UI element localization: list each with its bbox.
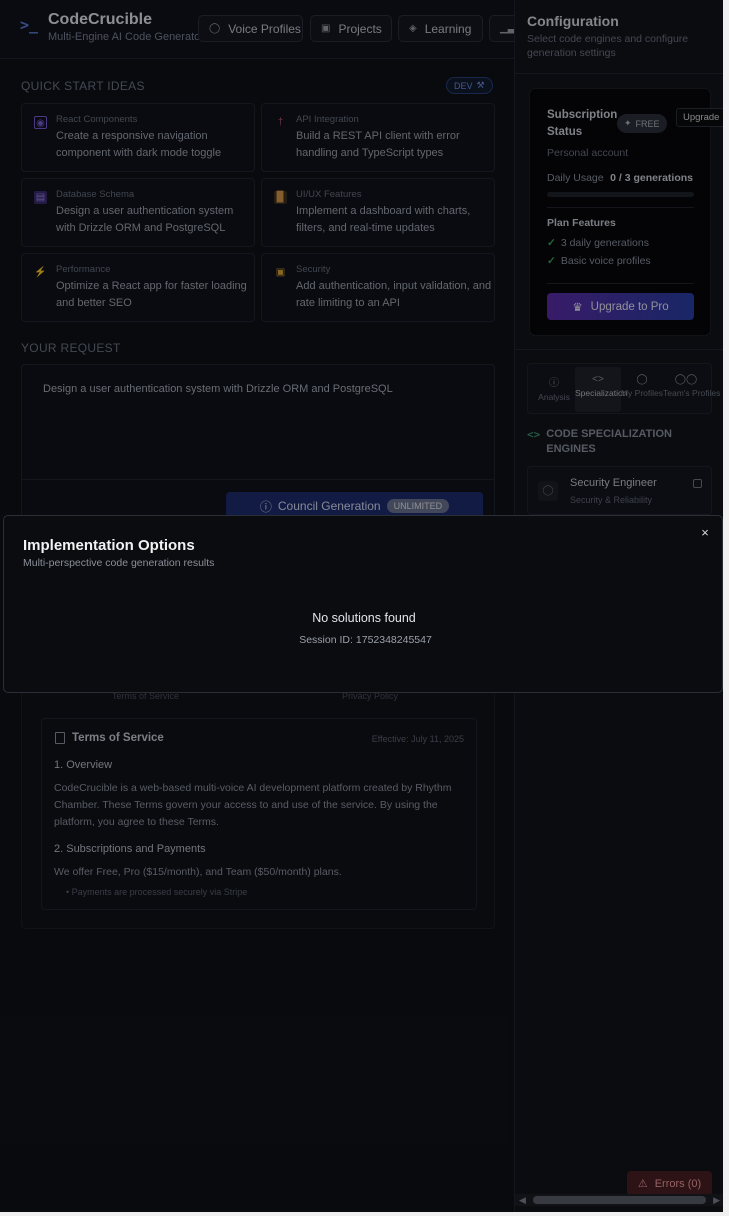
close-icon[interactable]: × (698, 526, 712, 540)
app-window: >_ CodeCrucible Multi-Engine AI Code Gen… (0, 0, 723, 1212)
dialog-title: Implementation Options (23, 537, 195, 554)
session-id-label: Session ID: (299, 634, 353, 646)
dialog-subtitle: Multi-perspective code generation result… (23, 557, 215, 569)
implementation-options-dialog: Implementation Options Multi-perspective… (3, 515, 723, 693)
session-id: Session ID: 1752348245547 (4, 634, 723, 646)
empty-state-text: No solutions found (312, 611, 416, 625)
session-id-value: 1752348245547 (355, 634, 432, 646)
